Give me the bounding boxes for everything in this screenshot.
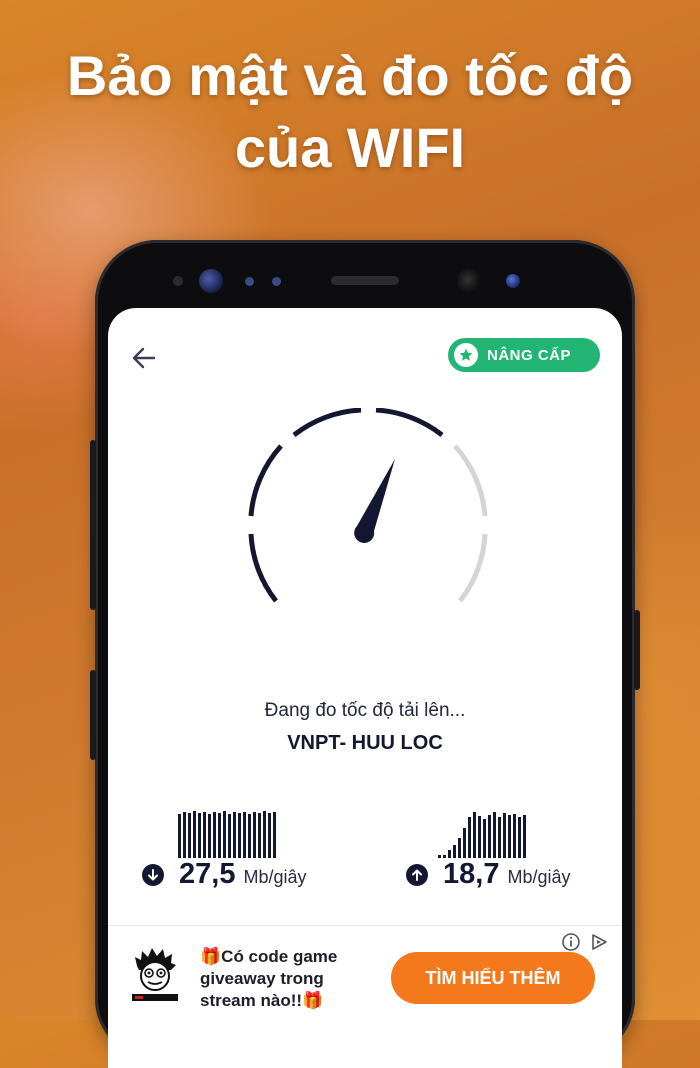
- ad-text-line: 🎁Có code game: [200, 947, 338, 966]
- ad-banner[interactable]: 🎁Có code game giveaway trong stream nào!…: [108, 925, 622, 1068]
- front-camera: [457, 269, 481, 293]
- upload-bars: [438, 806, 528, 858]
- gauge-arc-segment: [375, 408, 444, 437]
- test-status: Đang đo tốc độ tải lên...: [264, 700, 466, 721]
- arrow-up-circle-icon: [406, 863, 428, 886]
- phone-frame: NÂNG CẤP Đang đo tốc độ tải lên... VNPT-…: [90, 240, 640, 1068]
- gauge-arc-segment: [292, 408, 362, 437]
- front-sensor: [272, 277, 281, 286]
- back-arrow-icon[interactable]: [128, 342, 160, 374]
- gauge-arc-segment: [453, 444, 488, 517]
- star-icon: [454, 343, 478, 367]
- info-icon[interactable]: [561, 932, 581, 952]
- download-speed: 27,5 Mb/giây: [142, 858, 306, 891]
- ad-logo: [132, 948, 178, 1001]
- headline-line-2: của WIFI: [234, 116, 466, 179]
- front-sensor: [245, 277, 254, 286]
- upgrade-button[interactable]: NÂNG CẤP: [448, 338, 600, 372]
- ad-cta-button[interactable]: TÌM HIỂU THÊM: [391, 952, 595, 1004]
- app-screen: NÂNG CẤP Đang đo tốc độ tải lên... VNPT-…: [108, 308, 622, 1068]
- ad-text-line: stream nào!!🎁: [200, 991, 324, 1010]
- gauge-arc-segment: [458, 533, 488, 603]
- volume-button: [90, 440, 96, 610]
- proximity-sensor: [173, 276, 183, 286]
- ad-text-line: giveaway trong: [200, 969, 324, 988]
- upload-speed: 18,7 Mb/giây: [406, 858, 570, 891]
- arrow-down-circle-icon: [142, 863, 164, 886]
- download-unit: Mb/giây: [243, 867, 307, 887]
- earpiece-speaker: [331, 276, 399, 285]
- bixby-button: [90, 670, 96, 760]
- iris-scanner: [199, 269, 223, 293]
- gauge-needle: [354, 459, 395, 543]
- iris-led: [506, 274, 520, 288]
- upload-unit: Mb/giây: [507, 867, 571, 887]
- gauge-arc-segment: [248, 533, 278, 603]
- download-bars: [178, 806, 278, 858]
- gauge-arc-segment: [248, 444, 283, 517]
- ad-choices[interactable]: [561, 932, 609, 952]
- speed-gauge: [248, 408, 488, 603]
- ad-choices-icon[interactable]: [589, 932, 609, 952]
- promo-headline: Bảo mật và đo tốc độ của WIFI: [0, 40, 700, 184]
- power-button: [634, 610, 640, 690]
- headline-line-1: Bảo mật và đo tốc độ: [66, 44, 634, 107]
- network-name: VNPT- HUU LOC: [287, 732, 443, 754]
- upload-value: 18,7: [443, 858, 500, 890]
- upgrade-label: NÂNG CẤP: [487, 346, 572, 364]
- ad-text: 🎁Có code game giveaway trong stream nào!…: [200, 946, 370, 1012]
- download-value: 27,5: [179, 858, 236, 890]
